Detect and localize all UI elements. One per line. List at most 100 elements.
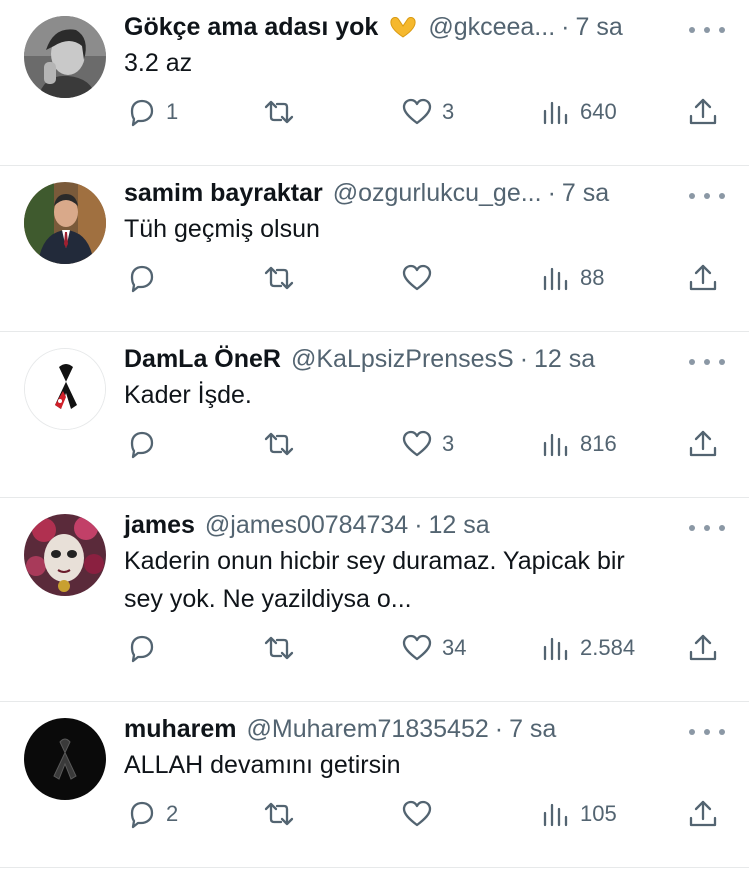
like-button[interactable] (400, 797, 442, 831)
reply-tweet[interactable]: DamLa ÖneR @KaLpsizPrensesS · 12 sa Kade… (0, 332, 749, 498)
like-count: 3 (442, 99, 455, 124)
retweet-button[interactable] (262, 797, 304, 831)
action-bar: 1 3 640 (124, 92, 725, 132)
share-icon (689, 634, 717, 661)
avatar[interactable] (24, 16, 106, 98)
retweet-icon (264, 100, 294, 124)
views-button[interactable]: 640 (538, 95, 617, 129)
share-button[interactable] (686, 427, 720, 461)
views-button[interactable]: 2.584 (538, 631, 635, 665)
avatar[interactable] (24, 348, 106, 430)
like-button[interactable]: 34 (400, 631, 466, 665)
share-button[interactable] (686, 261, 720, 295)
avatar[interactable] (24, 718, 106, 800)
heart-hands-emoji-icon (388, 15, 418, 39)
tweet-header: DamLa ÖneR @KaLpsizPrensesS · 12 sa (124, 342, 725, 376)
heart-icon (402, 634, 432, 661)
reply-button[interactable]: 2 (124, 797, 178, 831)
heart-icon (402, 800, 432, 827)
more-options-icon[interactable] (689, 722, 725, 742)
heart-icon (402, 264, 432, 291)
author-name[interactable]: muharem (124, 715, 237, 744)
reply-tweet[interactable]: samim bayraktar @ozgurlukcu_ge... · 7 sa… (0, 166, 749, 332)
view-count: 105 (580, 801, 617, 826)
reply-feed: Gökçe ama adası yok @gkceea... · 7 sa 3.… (0, 0, 749, 868)
reply-tweet[interactable]: Gökçe ama adası yok @gkceea... · 7 sa 3.… (0, 0, 749, 166)
separator-dot: · (519, 344, 529, 373)
separator-dot: · (494, 714, 504, 743)
heart-icon (402, 430, 432, 457)
author-handle[interactable]: @james00784734 (205, 511, 408, 540)
author-handle[interactable]: @KaLpsizPrensesS (291, 345, 514, 374)
views-icon (543, 433, 568, 457)
view-count: 816 (580, 431, 617, 456)
tweet-text: ALLAH devamını getirsin (124, 751, 401, 779)
tweet-text: Tüh geçmiş olsun (124, 215, 320, 243)
separator-dot: · (547, 178, 556, 207)
author-handle[interactable]: @gkceea... (428, 13, 555, 42)
reply-icon (130, 99, 154, 127)
retweet-button[interactable] (262, 427, 304, 461)
views-button[interactable]: 816 (538, 427, 617, 461)
retweet-button[interactable] (262, 261, 304, 295)
separator-dot: · (561, 12, 570, 41)
timestamp[interactable]: 7 sa (509, 715, 556, 744)
timestamp[interactable]: 12 sa (534, 345, 595, 374)
tweet-text-line: sey yok. Ne yazildiysa o... (124, 585, 412, 613)
share-button[interactable] (686, 631, 720, 665)
share-icon (689, 430, 717, 457)
reply-button[interactable] (124, 261, 166, 295)
reply-icon (130, 635, 154, 663)
share-icon (689, 800, 717, 827)
like-count: 34 (442, 635, 467, 660)
timestamp[interactable]: 7 sa (575, 13, 622, 42)
author-name[interactable]: DamLa ÖneR (124, 345, 281, 374)
reply-button[interactable]: 1 (124, 95, 178, 129)
author-name[interactable]: samim bayraktar (124, 179, 323, 208)
more-options-icon[interactable] (689, 352, 725, 372)
heart-icon (402, 98, 432, 125)
views-icon (543, 267, 568, 291)
reply-tweet[interactable]: muharem @Muharem71835452 · 7 sa ALLAH de… (0, 702, 749, 868)
avatar[interactable] (24, 514, 106, 596)
like-button[interactable] (400, 261, 442, 295)
author-name[interactable]: james (124, 511, 195, 540)
view-count: 640 (580, 99, 617, 124)
share-icon (689, 98, 717, 125)
tweet-header: Gökçe ama adası yok @gkceea... · 7 sa (124, 10, 725, 44)
retweet-icon (264, 432, 294, 456)
reply-count: 1 (166, 99, 179, 124)
view-count: 2.584 (580, 635, 636, 660)
views-button[interactable]: 105 (538, 797, 617, 831)
retweet-button[interactable] (262, 95, 304, 129)
share-button[interactable] (686, 797, 720, 831)
more-options-icon[interactable] (689, 20, 725, 40)
tweet-header: muharem @Muharem71835452 · 7 sa (124, 712, 725, 746)
action-bar: 2 105 (124, 794, 725, 834)
avatar[interactable] (24, 182, 106, 264)
tweet-text: Kader İşde. (124, 381, 252, 409)
more-options-icon[interactable] (689, 186, 725, 206)
author-name[interactable]: Gökçe ama adası yok (124, 13, 378, 42)
action-bar: 88 (124, 258, 725, 298)
views-icon (543, 803, 568, 827)
views-button[interactable]: 88 (538, 261, 604, 295)
reply-icon (130, 801, 154, 829)
reply-button[interactable] (124, 631, 166, 665)
tweet-text: Kaderin onun hicbir sey duramaz. Yapicak… (124, 542, 725, 618)
like-button[interactable]: 3 (400, 427, 454, 461)
author-handle[interactable]: @ozgurlukcu_ge... (333, 179, 542, 208)
retweet-icon (264, 636, 294, 660)
like-button[interactable]: 3 (400, 95, 454, 129)
reply-button[interactable] (124, 427, 166, 461)
tweet-text: 3.2 az (124, 49, 193, 77)
timestamp[interactable]: 12 sa (429, 511, 490, 540)
timestamp[interactable]: 7 sa (562, 179, 609, 208)
retweet-button[interactable] (262, 631, 304, 665)
more-options-icon[interactable] (689, 518, 725, 538)
tweet-header: samim bayraktar @ozgurlukcu_ge... · 7 sa (124, 176, 725, 210)
reply-icon (130, 265, 154, 293)
share-button[interactable] (686, 95, 720, 129)
reply-tweet[interactable]: james @james00784734 · 12 sa Kaderin onu… (0, 498, 749, 702)
author-handle[interactable]: @Muharem71835452 (247, 715, 489, 744)
